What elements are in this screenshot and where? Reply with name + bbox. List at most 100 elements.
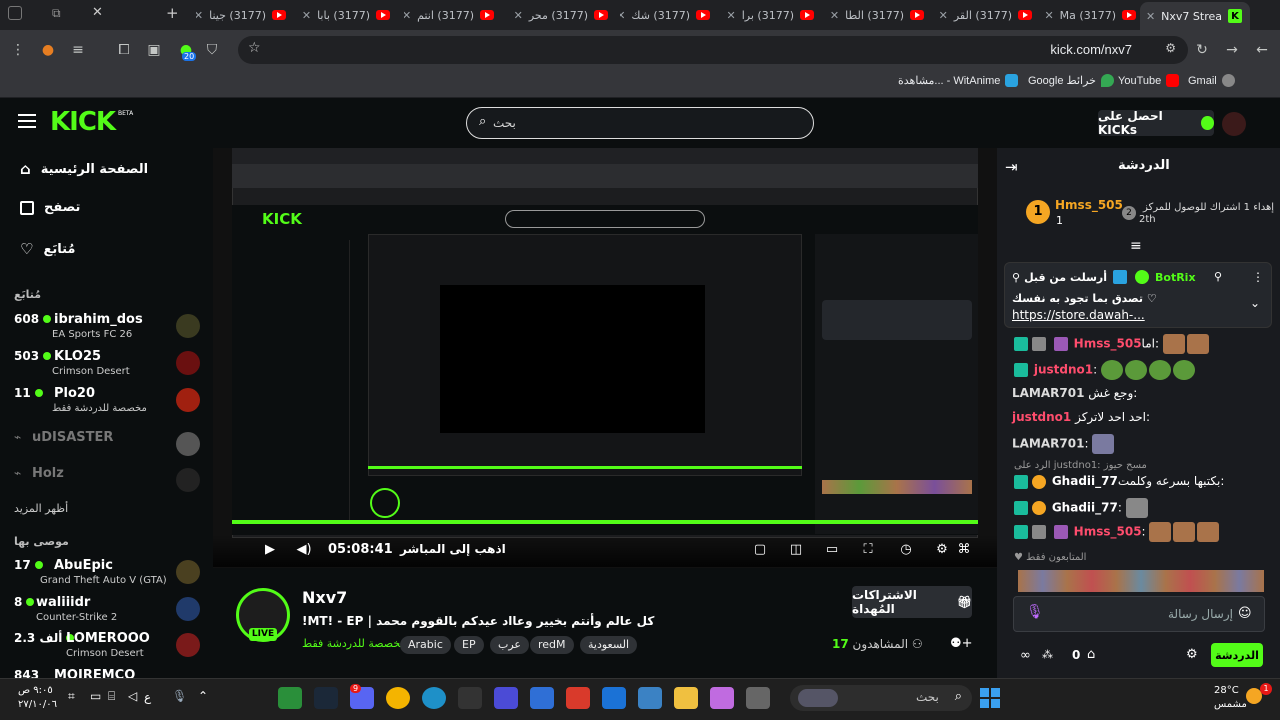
follow-user-icon[interactable]: ⚉+ (950, 636, 973, 652)
browser-tab-active[interactable]: K Nxv7 Strea ✕ (1140, 2, 1250, 30)
sidebar-item-browse[interactable]: تصفح (20, 200, 80, 215)
store-app-icon[interactable] (638, 687, 662, 709)
expand-leaderboard-icon[interactable]: ≡ (1130, 238, 1142, 254)
bookmark-gmail[interactable]: Gmail (1188, 74, 1235, 87)
tab-close-icon[interactable]: ✕ (92, 5, 103, 20)
microphone-icon[interactable]: 🎙︎ (1026, 604, 1044, 620)
close-icon[interactable]: ✕ (514, 9, 523, 22)
file-explorer-icon[interactable] (674, 687, 698, 709)
app-icon[interactable] (566, 687, 590, 709)
bookmark-star-icon[interactable]: ☆ (248, 40, 261, 56)
sidebar-channel[interactable]: 11 Plo20 مخصصة للدردشة فقط (14, 386, 200, 422)
input-language[interactable]: ع (144, 690, 151, 704)
sidebar-channel[interactable]: 843 MOJREMCO (14, 668, 200, 678)
stream-category[interactable]: مخصصة للدردشة فقط (302, 637, 406, 650)
chat-username[interactable]: LAMAR701 (1012, 386, 1084, 400)
copilot-icon[interactable] (710, 687, 734, 709)
dropbox-icon[interactable] (530, 687, 554, 709)
shield-icon[interactable]: ⛉ (202, 40, 222, 60)
visual-studio-icon[interactable] (494, 687, 518, 709)
emote-bar[interactable] (1018, 570, 1264, 592)
close-icon[interactable]: ✕ (1146, 10, 1155, 23)
pinned-user[interactable]: BotRix (1155, 271, 1196, 284)
browser-tab[interactable]: (3177) Ma ✕ (1040, 4, 1136, 26)
sidebar-channel[interactable]: 503 KLO25 Crimson Desert (14, 349, 200, 385)
gift-subs-button[interactable]: الاشتراكات المُهداة 🎁︎ (852, 586, 972, 618)
close-icon[interactable]: ✕ (302, 9, 311, 22)
browser-tab[interactable]: (3177) انتم ✕ (404, 4, 494, 26)
sidebar-item-home[interactable]: ⌂ الصفحة الرئيسية (20, 160, 148, 178)
tag[interactable]: السعودية (580, 636, 638, 654)
chat-username[interactable]: justdno1 (1012, 410, 1071, 424)
chat-username[interactable]: Ghadii_77 (1052, 501, 1118, 515)
browser-tab[interactable]: (3177) الطا ✕ (828, 4, 924, 26)
epic-games-icon[interactable] (458, 687, 482, 709)
puzzle-icon[interactable]: ⧠ (114, 40, 134, 60)
get-kicks-button[interactable]: احصل على KICKs (1098, 109, 1214, 137)
search-input[interactable]: ⌕ بحث (466, 107, 814, 139)
reload-icon[interactable]: ↻ (1192, 40, 1212, 60)
progress-bar[interactable] (232, 520, 978, 524)
sidebar-channel-offline[interactable]: ⌁ uDISASTER (14, 430, 200, 466)
menu-dots-icon[interactable]: ⋮ (8, 40, 28, 60)
rewind-icon[interactable]: ◷ (898, 541, 914, 557)
fullscreen-icon[interactable]: ⛶ (860, 541, 876, 557)
new-tab-button[interactable]: + (166, 4, 179, 22)
system-clock[interactable]: ٩:٠٥ ص ٢٧/١٠/٠٦ (18, 684, 57, 712)
xbox-app-icon[interactable] (278, 687, 302, 709)
settings-gear-icon[interactable]: ⚙ (934, 541, 950, 557)
infinity-icon[interactable]: ∞ (1020, 648, 1031, 663)
chrome-icon[interactable] (386, 687, 410, 709)
chat-username[interactable]: Ghadii_77 (1052, 474, 1118, 488)
address-bar[interactable]: kick.com/nxv7 ⚙ ☆ (238, 36, 1188, 64)
browser-tab[interactable]: (3177) جينا ✕ (196, 4, 286, 26)
hamburger-menu-icon[interactable] (18, 114, 36, 128)
collapse-chat-icon[interactable]: ⇥ (1005, 158, 1018, 176)
bookmark-maps[interactable]: Google خرائط (1028, 74, 1114, 87)
chevron-down-icon[interactable]: ⌄ (1250, 296, 1260, 310)
windows-start-icon[interactable] (980, 688, 1000, 708)
steam-icon[interactable] (314, 687, 338, 709)
profile-avatar-icon[interactable]: ● (38, 40, 58, 60)
close-icon[interactable]: ✕ (830, 9, 839, 22)
edge-icon[interactable] (422, 687, 446, 709)
outlook-icon[interactable] (602, 687, 626, 709)
extension-icon[interactable]: ▣ (144, 40, 164, 60)
emoji-icon[interactable]: ☺ (1238, 606, 1252, 621)
browser-tab[interactable]: (3177) محر ✕ (508, 4, 608, 26)
clip-icon[interactable]: ◫ (788, 541, 804, 557)
weather-widget[interactable]: 28°C مشمس (1214, 684, 1247, 712)
tab-groups-icon[interactable] (8, 6, 22, 20)
sidebar-channel[interactable]: 8 waliiidr Counter-Strike 2 (14, 595, 200, 631)
close-icon[interactable]: ✕ (196, 9, 203, 22)
network-icon[interactable]: ⌸ (108, 689, 115, 704)
reply-reference[interactable]: الرد على justdno1: مسح حيوز (1014, 460, 1147, 471)
more-options-icon[interactable]: ⋮ (1252, 270, 1264, 284)
pinned-link[interactable]: https://store.dawah-... (1012, 308, 1145, 322)
back-icon[interactable]: ← (1252, 40, 1272, 60)
close-icon[interactable]: ✕ (727, 9, 736, 22)
close-icon[interactable]: ✕ (404, 9, 411, 22)
streamer-name[interactable]: Nxv7 (302, 588, 347, 607)
close-icon[interactable]: ✕ (1044, 9, 1053, 22)
close-icon[interactable]: ✕ (620, 9, 625, 22)
browser-tab[interactable]: (3177) القر ✕ (936, 4, 1032, 26)
chat-username[interactable]: justdno1 (1034, 363, 1093, 377)
play-icon[interactable]: ▶ (262, 541, 278, 557)
site-info-icon[interactable]: ⚙ (1165, 41, 1176, 55)
volume-icon[interactable]: ◀) (296, 541, 312, 557)
gamepad-icon[interactable]: ⌗ (68, 689, 75, 704)
close-icon[interactable]: ✕ (939, 9, 948, 22)
chat-settings-icon[interactable]: ⚙ (1186, 647, 1198, 662)
task-view-icon[interactable] (746, 687, 770, 709)
taskbar-search[interactable]: ⌕ (790, 685, 972, 711)
forward-icon[interactable]: → (1222, 40, 1242, 60)
tag[interactable]: EP (454, 636, 484, 654)
unpin-icon[interactable]: ⚲ (1214, 270, 1222, 283)
bookmark-witanime[interactable]: مشاهدة... - WitAnime (898, 74, 1019, 87)
chat-username[interactable]: Hmss_505 (1074, 525, 1142, 539)
chat-username[interactable]: LAMAR701 (1012, 437, 1084, 451)
send-chat-button[interactable]: الدردشة (1211, 643, 1263, 667)
media-control-icon[interactable]: ≡ (68, 40, 88, 60)
go-live-button[interactable]: اذهب إلى المباشر (400, 542, 506, 556)
